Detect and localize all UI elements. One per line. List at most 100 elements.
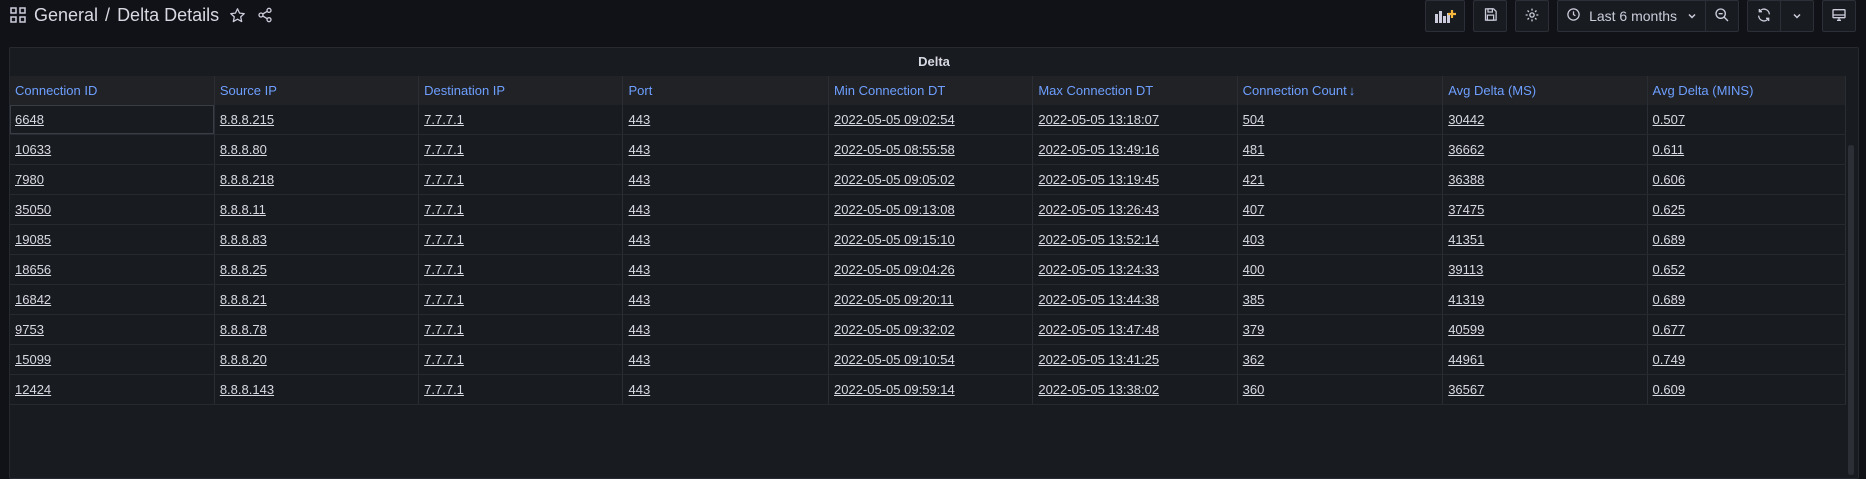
cell-link[interactable]: 504 xyxy=(1243,112,1265,127)
cell-link[interactable]: 360 xyxy=(1243,382,1265,397)
cell-link[interactable]: 443 xyxy=(628,382,650,397)
cell-link[interactable]: 7.7.7.1 xyxy=(424,232,464,247)
column-header-min-connection-dt[interactable]: Min Connection DT xyxy=(828,76,1034,105)
cell-link[interactable]: 8.8.8.78 xyxy=(220,322,267,337)
cell-link[interactable]: 2022-05-05 09:13:08 xyxy=(834,202,955,217)
cell-link[interactable]: 41319 xyxy=(1448,292,1484,307)
view-mode-button[interactable] xyxy=(1822,0,1856,32)
cell-link[interactable]: 407 xyxy=(1243,202,1265,217)
cell-link[interactable]: 443 xyxy=(628,172,650,187)
cell-link[interactable]: 0.606 xyxy=(1653,172,1686,187)
cell-link[interactable]: 7980 xyxy=(15,172,44,187)
cell-link[interactable]: 15099 xyxy=(15,352,51,367)
cell-link[interactable]: 36662 xyxy=(1448,142,1484,157)
cell-link[interactable]: 2022-05-05 09:20:11 xyxy=(834,292,954,307)
cell-link[interactable]: 0.609 xyxy=(1653,382,1686,397)
cell-link[interactable]: 403 xyxy=(1243,232,1265,247)
cell-link[interactable]: 8.8.8.21 xyxy=(220,292,267,307)
cell-link[interactable]: 8.8.8.80 xyxy=(220,142,267,157)
dashboard-settings-button[interactable] xyxy=(1515,0,1550,32)
time-range-picker[interactable]: Last 6 months xyxy=(1557,0,1706,32)
column-header-destination-ip[interactable]: Destination IP xyxy=(418,76,624,105)
cell-link[interactable]: 2022-05-05 13:41:25 xyxy=(1038,352,1159,367)
cell-link[interactable]: 0.689 xyxy=(1653,232,1686,247)
cell-link[interactable]: 2022-05-05 13:49:16 xyxy=(1038,142,1159,157)
cell-link[interactable]: 36567 xyxy=(1448,382,1484,397)
cell-link[interactable]: 443 xyxy=(628,262,650,277)
cell-link[interactable]: 30442 xyxy=(1448,112,1484,127)
cell-link[interactable]: 19085 xyxy=(15,232,51,247)
cell-link[interactable]: 8.8.8.218 xyxy=(220,172,274,187)
cell-link[interactable]: 8.8.8.11 xyxy=(220,202,266,217)
cell-link[interactable]: 2022-05-05 13:52:14 xyxy=(1038,232,1159,247)
cell-link[interactable]: 9753 xyxy=(15,322,44,337)
cell-link[interactable]: 0.507 xyxy=(1653,112,1686,127)
cell-link[interactable]: 35050 xyxy=(15,202,51,217)
cell-link[interactable]: 2022-05-05 09:32:02 xyxy=(834,322,955,337)
cell-link[interactable]: 2022-05-05 13:47:48 xyxy=(1038,322,1159,337)
column-header-avg-delta-ms[interactable]: Avg Delta (MS) xyxy=(1442,76,1648,105)
cell-link[interactable]: 0.652 xyxy=(1653,262,1686,277)
cell-link[interactable]: 443 xyxy=(628,322,650,337)
cell-link[interactable]: 44961 xyxy=(1448,352,1484,367)
cell-link[interactable]: 2022-05-05 13:38:02 xyxy=(1038,382,1159,397)
share-icon[interactable] xyxy=(255,5,275,25)
cell-link[interactable]: 7.7.7.1 xyxy=(424,112,464,127)
cell-link[interactable]: 2022-05-05 09:05:02 xyxy=(834,172,955,187)
cell-link[interactable]: 0.689 xyxy=(1653,292,1686,307)
cell-link[interactable]: 8.8.8.143 xyxy=(220,382,274,397)
cell-link[interactable]: 2022-05-05 13:18:07 xyxy=(1038,112,1159,127)
breadcrumb-folder[interactable]: General xyxy=(34,5,98,26)
cell-link[interactable]: 443 xyxy=(628,142,650,157)
cell-link[interactable]: 2022-05-05 09:15:10 xyxy=(834,232,955,247)
cell-link[interactable]: 16842 xyxy=(15,292,51,307)
cell-link[interactable]: 7.7.7.1 xyxy=(424,262,464,277)
star-icon[interactable] xyxy=(227,5,247,25)
cell-link[interactable]: 2022-05-05 13:19:45 xyxy=(1038,172,1159,187)
cell-link[interactable]: 7.7.7.1 xyxy=(424,322,464,337)
cell-link[interactable]: 10633 xyxy=(15,142,51,157)
column-header-connection-id[interactable]: Connection ID xyxy=(10,76,215,105)
zoom-out-button[interactable] xyxy=(1705,0,1739,32)
cell-link[interactable]: 7.7.7.1 xyxy=(424,352,464,367)
column-header-avg-delta-mins[interactable]: Avg Delta (MINS) xyxy=(1647,76,1847,105)
cell-link[interactable]: 7.7.7.1 xyxy=(424,292,464,307)
cell-link[interactable]: 41351 xyxy=(1448,232,1484,247)
cell-link[interactable]: 2022-05-05 09:10:54 xyxy=(834,352,955,367)
save-dashboard-button[interactable] xyxy=(1473,0,1508,32)
cell-link[interactable]: 443 xyxy=(628,202,650,217)
cell-link[interactable]: 2022-05-05 13:24:33 xyxy=(1038,262,1159,277)
cell-link[interactable]: 7.7.7.1 xyxy=(424,142,464,157)
cell-link[interactable]: 379 xyxy=(1243,322,1265,337)
cell-link[interactable]: 18656 xyxy=(15,262,51,277)
cell-link[interactable]: 37475 xyxy=(1448,202,1484,217)
cell-link[interactable]: 39113 xyxy=(1448,262,1483,277)
add-panel-button[interactable] xyxy=(1425,0,1466,32)
cell-link[interactable]: 6648 xyxy=(15,112,44,127)
cell-link[interactable]: 8.8.8.215 xyxy=(220,112,274,127)
cell-link[interactable]: 481 xyxy=(1243,142,1265,157)
panel-title[interactable]: Delta xyxy=(10,48,1858,76)
cell-link[interactable]: 7.7.7.1 xyxy=(424,202,464,217)
cell-link[interactable]: 0.677 xyxy=(1653,322,1686,337)
refresh-interval-dropdown[interactable] xyxy=(1780,0,1814,32)
cell-link[interactable]: 400 xyxy=(1243,262,1265,277)
cell-link[interactable]: 7.7.7.1 xyxy=(424,382,464,397)
cell-link[interactable]: 443 xyxy=(628,292,650,307)
cell-link[interactable]: 421 xyxy=(1243,172,1265,187)
cell-link[interactable]: 2022-05-05 13:26:43 xyxy=(1038,202,1159,217)
cell-link[interactable]: 8.8.8.25 xyxy=(220,262,267,277)
page-title[interactable]: Delta Details xyxy=(117,5,219,26)
cell-link[interactable]: 8.8.8.20 xyxy=(220,352,267,367)
cell-link[interactable]: 0.611 xyxy=(1653,142,1685,157)
cell-link[interactable]: 2022-05-05 09:02:54 xyxy=(834,112,955,127)
cell-link[interactable]: 443 xyxy=(628,232,650,247)
apps-grid-icon[interactable] xyxy=(10,7,26,23)
cell-link[interactable]: 7.7.7.1 xyxy=(424,172,464,187)
cell-link[interactable]: 12424 xyxy=(15,382,51,397)
cell-link[interactable]: 443 xyxy=(628,352,650,367)
cell-link[interactable]: 385 xyxy=(1243,292,1265,307)
column-header-connection-count[interactable]: Connection Count ↓ xyxy=(1237,76,1444,105)
scrollbar-thumb[interactable] xyxy=(1848,145,1854,475)
cell-link[interactable]: 2022-05-05 08:55:58 xyxy=(834,142,955,157)
